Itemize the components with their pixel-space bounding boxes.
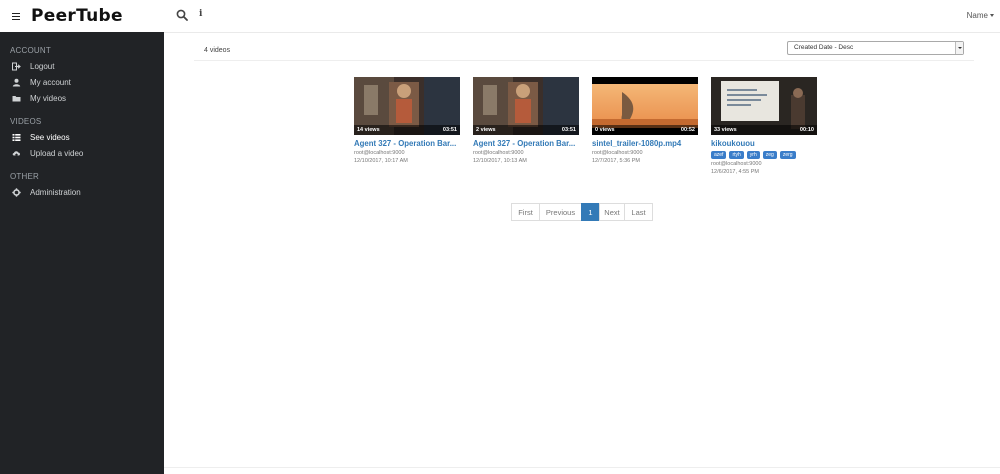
video-author: root@localhost:9000 bbox=[354, 150, 405, 156]
video-duration: 00:10 bbox=[799, 127, 814, 133]
sidebar-section-videos: VIDEOS bbox=[10, 117, 42, 126]
sidebar-section-other: OTHER bbox=[10, 172, 39, 181]
info-icon[interactable]: i bbox=[199, 9, 202, 19]
caret-down-icon bbox=[990, 14, 994, 17]
brand-area: PeerTube bbox=[0, 0, 164, 32]
main-content: 4 videos Created Date - Desc 14 views 03… bbox=[164, 32, 1000, 474]
sidebar-item-label: My account bbox=[30, 77, 71, 87]
pagination-next[interactable]: Next bbox=[599, 203, 625, 221]
video-duration: 00:52 bbox=[680, 127, 695, 133]
sidebar-item-logout[interactable]: Logout bbox=[0, 58, 164, 74]
video-thumbnail[interactable]: 2 views 03:51 bbox=[473, 77, 579, 135]
sidebar-item-label: Administration bbox=[30, 187, 81, 197]
sidebar: ACCOUNT Logout My account My videos VIDE… bbox=[0, 32, 164, 474]
logout-icon bbox=[12, 62, 21, 71]
videos-count: 4 videos bbox=[204, 47, 231, 54]
video-thumbnail[interactable]: 14 views 03:51 bbox=[354, 77, 460, 135]
app-logo[interactable]: PeerTube bbox=[31, 6, 123, 26]
video-duration: 03:51 bbox=[442, 127, 457, 133]
sidebar-item-label: My videos bbox=[30, 93, 67, 103]
video-title[interactable]: Agent 327 - Operation Bar... bbox=[473, 139, 579, 148]
sidebar-item-upload-video[interactable]: Upload a video bbox=[0, 145, 164, 161]
sidebar-item-see-videos[interactable]: See videos bbox=[0, 129, 164, 145]
cloud-upload-icon bbox=[12, 149, 21, 158]
video-views: 2 views bbox=[476, 127, 496, 133]
pagination-first[interactable]: First bbox=[511, 203, 540, 221]
video-author: root@localhost:9000 bbox=[592, 150, 643, 156]
user-menu[interactable]: Name bbox=[967, 11, 994, 20]
sidebar-section-account: ACCOUNT bbox=[10, 46, 51, 55]
video-date: 12/10/2017, 10:13 AM bbox=[473, 158, 527, 164]
pagination: First Previous 1 Next Last bbox=[511, 203, 653, 221]
sidebar-item-label: Logout bbox=[30, 61, 55, 71]
video-grid: 14 views 03:51 Agent 327 - Operation Bar… bbox=[354, 77, 817, 175]
pagination-last[interactable]: Last bbox=[624, 203, 653, 221]
user-icon bbox=[12, 78, 21, 87]
sidebar-item-my-account[interactable]: My account bbox=[0, 74, 164, 90]
user-name: Name bbox=[966, 11, 988, 20]
footer-divider bbox=[164, 467, 1000, 468]
video-tag[interactable]: rtyh bbox=[729, 151, 744, 159]
video-tag[interactable]: zeg bbox=[762, 151, 777, 159]
video-author: root@localhost:9000 bbox=[473, 150, 524, 156]
search-icon[interactable] bbox=[176, 9, 188, 21]
sidebar-item-administration[interactable]: Administration bbox=[0, 184, 164, 200]
video-tag[interactable]: azef bbox=[711, 151, 727, 159]
video-views: 14 views bbox=[357, 127, 380, 133]
menu-icon[interactable] bbox=[12, 12, 20, 21]
video-card: 14 views 03:51 Agent 327 - Operation Bar… bbox=[354, 77, 460, 175]
video-tags: azef rtyh yrh zeg zerg bbox=[711, 151, 817, 159]
video-title[interactable]: kikoukouou bbox=[711, 139, 817, 148]
folder-icon bbox=[12, 94, 21, 103]
sidebar-item-my-videos[interactable]: My videos bbox=[0, 90, 164, 106]
list-icon bbox=[12, 133, 21, 142]
divider bbox=[194, 60, 974, 61]
pagination-previous[interactable]: Previous bbox=[539, 203, 582, 221]
top-bar: i Name bbox=[164, 0, 1000, 32]
sidebar-item-label: Upload a video bbox=[30, 148, 84, 158]
video-title[interactable]: sintel_trailer-1080p.mp4 bbox=[592, 139, 698, 148]
sort-selected-value: Created Date - Desc bbox=[794, 44, 854, 51]
video-thumbnail[interactable]: 0 views 00:52 bbox=[592, 77, 698, 135]
video-card: 0 views 00:52 sintel_trailer-1080p.mp4 r… bbox=[592, 77, 698, 175]
video-date: 12/6/2017, 4:55 PM bbox=[711, 169, 760, 175]
video-date: 12/7/2017, 5:36 PM bbox=[592, 158, 641, 164]
video-card: 2 views 03:51 Agent 327 - Operation Bar.… bbox=[473, 77, 579, 175]
video-views: 0 views bbox=[595, 127, 615, 133]
video-tag[interactable]: zerg bbox=[779, 151, 796, 159]
video-thumbnail[interactable]: 33 views 00:10 bbox=[711, 77, 817, 135]
sidebar-item-label: See videos bbox=[30, 132, 70, 142]
video-title[interactable]: Agent 327 - Operation Bar... bbox=[354, 139, 460, 148]
dropdown-arrow-icon bbox=[955, 42, 963, 54]
video-card: 33 views 00:10 kikoukouou azef rtyh yrh … bbox=[711, 77, 817, 175]
video-duration: 03:51 bbox=[561, 127, 576, 133]
pagination-page-1[interactable]: 1 bbox=[581, 203, 600, 221]
video-tag[interactable]: yrh bbox=[746, 151, 760, 159]
video-views: 33 views bbox=[714, 127, 737, 133]
video-author: root@localhost:9000 bbox=[711, 161, 762, 167]
gear-icon bbox=[12, 187, 21, 197]
sort-select[interactable]: Created Date - Desc bbox=[787, 41, 964, 55]
video-date: 12/10/2017, 10:17 AM bbox=[354, 158, 408, 164]
